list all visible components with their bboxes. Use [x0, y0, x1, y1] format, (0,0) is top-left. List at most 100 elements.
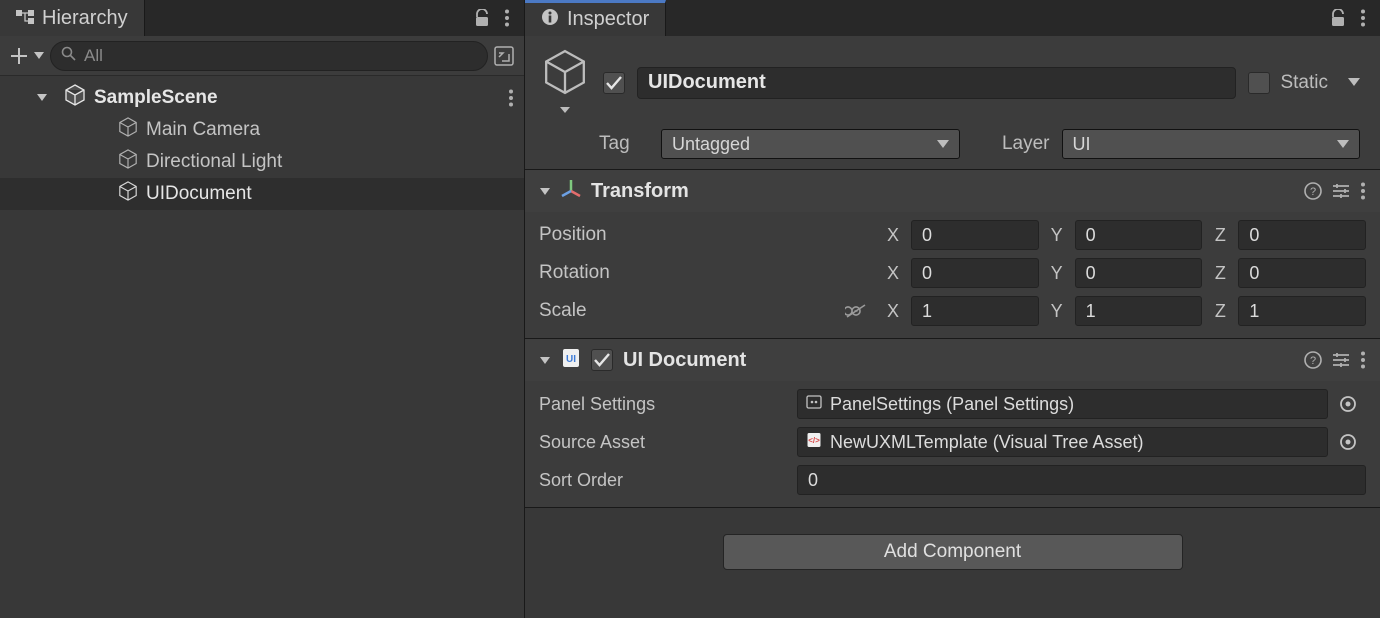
inspector-lock-icon[interactable] — [1330, 9, 1346, 27]
add-component-row: Add Component — [525, 508, 1380, 596]
chevron-down-icon — [36, 93, 56, 103]
panelsettings-icon — [806, 394, 822, 415]
hierarchy-tab[interactable]: Hierarchy — [0, 0, 145, 36]
position-z-input[interactable]: 0 — [1238, 220, 1366, 250]
hierarchy-icon — [16, 7, 34, 30]
layer-value: UI — [1073, 134, 1091, 155]
component-menu-icon[interactable] — [1360, 182, 1366, 200]
inspector-tab-label: Inspector — [567, 8, 649, 31]
chevron-down-icon[interactable] — [560, 98, 570, 119]
hierarchy-search-input[interactable]: All — [50, 41, 488, 71]
hierarchy-toolbar: All — [0, 36, 524, 76]
object-name-input[interactable]: UIDocument — [637, 67, 1236, 99]
hierarchy-scene-row[interactable]: SampleScene — [0, 82, 524, 114]
search-placeholder: All — [84, 46, 103, 66]
preset-icon[interactable] — [1332, 182, 1350, 200]
uidocument-header[interactable]: UI UI Document ? — [525, 339, 1380, 381]
hierarchy-view-icon[interactable] — [494, 46, 514, 66]
uidocument-component: UI UI Document ? Panel Settings PanelSet… — [525, 339, 1380, 508]
gameobject-icon — [118, 149, 138, 175]
inspector-tab-bar: Inspector — [525, 0, 1380, 36]
transform-icon — [561, 179, 581, 204]
z-label: Z — [1208, 263, 1232, 284]
rotation-z-input[interactable]: 0 — [1238, 258, 1366, 288]
hierarchy-menu-icon[interactable] — [504, 9, 510, 27]
z-label: Z — [1208, 225, 1232, 246]
y-label: Y — [1045, 225, 1069, 246]
static-label: Static — [1280, 72, 1328, 94]
hierarchy-tree: SampleScene Main Camera Directional Ligh… — [0, 76, 524, 216]
transform-component: Transform ? Position X 0 Y 0 Z 0 Rotati — [525, 170, 1380, 339]
scene-icon — [64, 84, 86, 112]
scale-y-input[interactable]: 1 — [1075, 296, 1203, 326]
object-picker-icon[interactable] — [1336, 430, 1360, 454]
scale-x-input[interactable]: 1 — [911, 296, 1039, 326]
add-dropdown-icon[interactable] — [34, 52, 44, 60]
rotation-x-input[interactable]: 0 — [911, 258, 1039, 288]
chevron-down-icon — [539, 350, 551, 371]
hierarchy-tab-bar: Hierarchy — [0, 0, 524, 36]
tag-dropdown[interactable]: Untagged — [661, 129, 960, 159]
hierarchy-panel: Hierarchy All — [0, 0, 525, 618]
x-label: X — [881, 263, 905, 284]
svg-text:?: ? — [1310, 186, 1316, 198]
info-icon — [541, 8, 559, 32]
source-asset-field[interactable]: </> NewUXMLTemplate (Visual Tree Asset) — [797, 427, 1328, 457]
y-label: Y — [1045, 263, 1069, 284]
rotation-label: Rotation — [539, 262, 839, 284]
inspector-tab[interactable]: Inspector — [525, 0, 666, 36]
component-menu-icon[interactable] — [1360, 351, 1366, 369]
rotation-y-input[interactable]: 0 — [1075, 258, 1203, 288]
hierarchy-item-main-camera[interactable]: Main Camera — [0, 114, 524, 146]
object-name-value: UIDocument — [648, 71, 766, 94]
sort-order-input[interactable]: 0 — [797, 465, 1366, 495]
source-asset-label: Source Asset — [539, 432, 789, 453]
panel-settings-field[interactable]: PanelSettings (Panel Settings) — [797, 389, 1328, 419]
position-x-input[interactable]: 0 — [911, 220, 1039, 250]
position-y-input[interactable]: 0 — [1075, 220, 1203, 250]
y-label: Y — [1045, 301, 1069, 322]
uxml-icon: </> — [806, 432, 822, 453]
source-asset-value: NewUXMLTemplate (Visual Tree Asset) — [830, 432, 1143, 453]
hierarchy-lock-icon[interactable] — [474, 9, 490, 27]
object-picker-icon[interactable] — [1336, 392, 1360, 416]
x-label: X — [881, 225, 905, 246]
z-label: Z — [1208, 301, 1232, 322]
add-component-button[interactable]: Add Component — [723, 534, 1183, 570]
static-checkbox[interactable] — [1248, 72, 1270, 94]
sort-order-value: 0 — [808, 470, 818, 491]
constrain-scale-icon[interactable] — [845, 303, 875, 319]
static-dropdown-icon[interactable] — [1348, 78, 1360, 87]
gameobject-icon — [118, 117, 138, 143]
preset-icon[interactable] — [1332, 351, 1350, 369]
svg-text:</>: </> — [808, 436, 820, 445]
tag-label: Tag — [599, 133, 655, 155]
add-button[interactable] — [10, 47, 28, 65]
uidocument-icon: UI — [561, 348, 581, 373]
help-icon[interactable]: ? — [1304, 351, 1322, 369]
uidocument-title: UI Document — [623, 349, 746, 372]
position-label: Position — [539, 224, 839, 246]
gameobject-cube-icon[interactable] — [539, 46, 591, 98]
tag-value: Untagged — [672, 134, 750, 155]
search-icon — [61, 46, 76, 66]
inspector-menu-icon[interactable] — [1360, 9, 1366, 27]
hierarchy-item-directional-light[interactable]: Directional Light — [0, 146, 524, 178]
component-enabled-checkbox[interactable] — [591, 349, 613, 371]
layer-dropdown[interactable]: UI — [1062, 129, 1361, 159]
scale-z-input[interactable]: 1 — [1238, 296, 1366, 326]
gameobject-icon — [118, 181, 138, 207]
layer-label: Layer — [966, 133, 1056, 155]
active-checkbox[interactable] — [603, 72, 625, 94]
help-icon[interactable]: ? — [1304, 182, 1322, 200]
transform-header[interactable]: Transform ? — [525, 170, 1380, 212]
svg-text:UI: UI — [566, 354, 576, 365]
x-label: X — [881, 301, 905, 322]
hierarchy-item-uidocument[interactable]: UIDocument — [0, 178, 524, 210]
scene-menu-icon[interactable] — [508, 89, 514, 107]
inspector-panel: Inspector UIDocument — [525, 0, 1380, 618]
inspector-header: UIDocument Static Tag Untagged Layer U — [525, 36, 1380, 170]
add-component-label: Add Component — [884, 541, 1021, 562]
transform-title: Transform — [591, 180, 689, 203]
hierarchy-tab-label: Hierarchy — [42, 7, 128, 30]
